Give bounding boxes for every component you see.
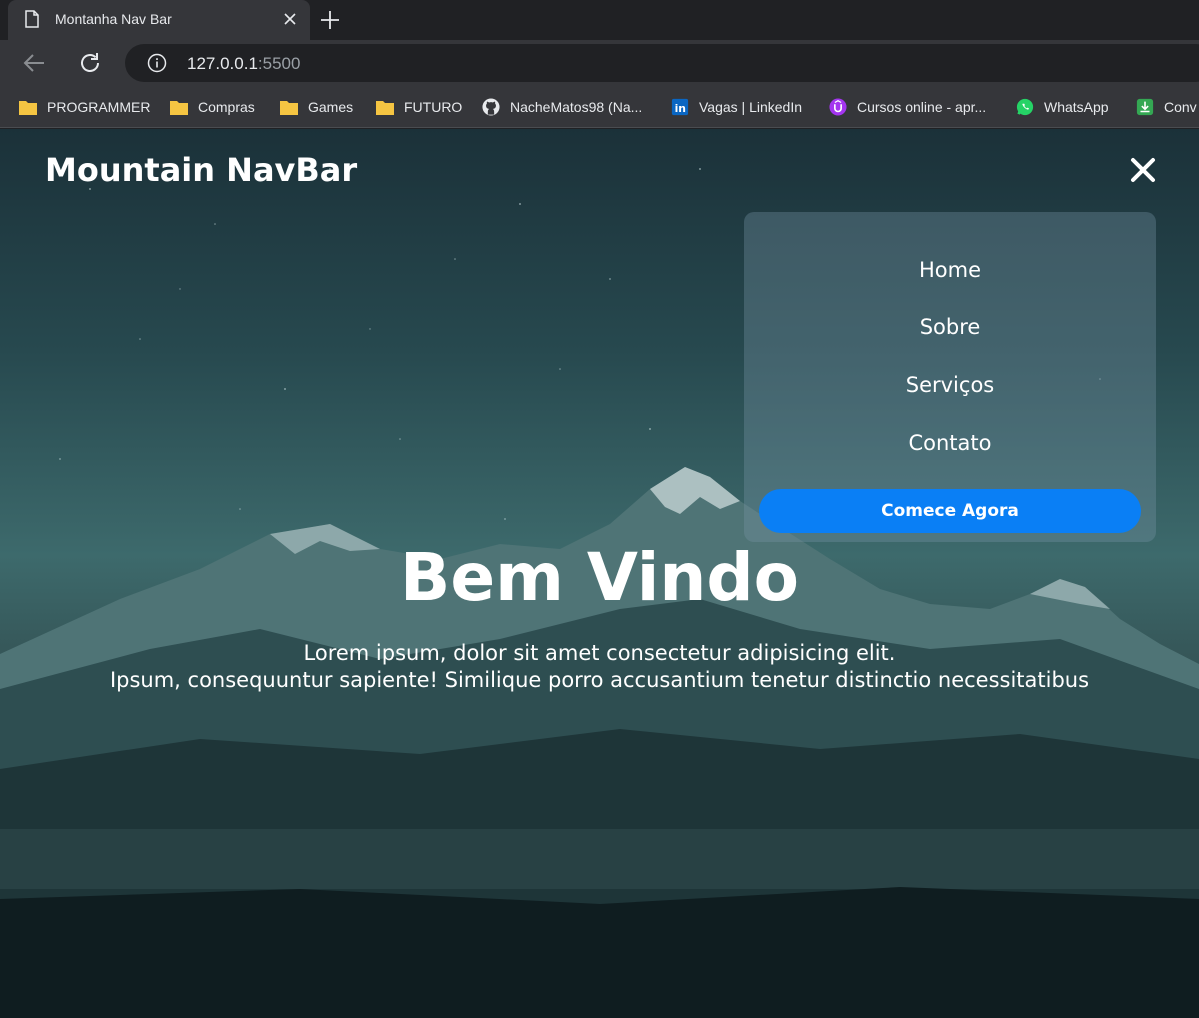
hero-text-line-2: Ipsum, consequuntur sapiente! Similique … [109, 668, 1090, 692]
address-bar[interactable]: 127.0.0.1:5500 [125, 44, 1199, 82]
cta-button[interactable]: Comece Agora [759, 489, 1141, 533]
hero-text-line-1: Lorem ipsum, dolor sit amet consectetur … [303, 641, 896, 665]
download-icon [1136, 98, 1154, 116]
site-logo[interactable]: Mountain NavBar [45, 151, 357, 189]
nav-item-sobre[interactable]: Sobre [744, 315, 1156, 339]
reload-icon[interactable] [76, 49, 104, 77]
bookmark-futuro[interactable]: FUTURO [375, 96, 462, 118]
close-menu-icon[interactable] [1128, 155, 1158, 185]
bookmark-github[interactable]: NacheMatos98 (Na... [481, 96, 642, 118]
hero-title: Bem Vindo [400, 539, 799, 616]
folder-icon [170, 101, 188, 115]
svg-text:in: in [675, 102, 686, 115]
new-tab-icon[interactable] [316, 6, 344, 34]
bookmark-conv[interactable]: Conv [1135, 96, 1197, 118]
page-viewport: Mountain NavBar Home Sobre Serviços Cont… [0, 129, 1199, 1018]
tab-strip: Montanha Nav Bar [0, 0, 1199, 40]
whatsapp-icon [1016, 98, 1034, 116]
bookmark-whatsapp[interactable]: WhatsApp [1015, 96, 1109, 118]
nav-item-contato[interactable]: Contato [744, 431, 1156, 455]
bookmark-compras[interactable]: Compras [169, 96, 255, 118]
bookmark-udemy[interactable]: Cursos online - apr... [828, 96, 986, 118]
browser-toolbar: 127.0.0.1:5500 [0, 40, 1199, 86]
nav-item-servicos[interactable]: Serviços [744, 373, 1156, 397]
info-icon[interactable] [147, 53, 167, 73]
back-icon[interactable] [20, 49, 48, 77]
folder-icon [376, 101, 394, 115]
page-icon [25, 10, 39, 28]
close-tab-icon[interactable] [280, 9, 300, 29]
udemy-icon [829, 98, 847, 116]
nav-menu: Home Sobre Serviços Contato Comece Agora [744, 212, 1156, 542]
browser-tab[interactable]: Montanha Nav Bar [8, 0, 310, 40]
bookmark-linkedin[interactable]: in Vagas | LinkedIn [670, 96, 802, 118]
bookmark-games[interactable]: Games [279, 96, 353, 118]
linkedin-icon: in [671, 98, 689, 116]
url-text: 127.0.0.1:5500 [187, 54, 301, 73]
folder-icon [280, 101, 298, 115]
bookmark-programmer[interactable]: PROGRAMMER [18, 96, 150, 118]
tab-title: Montanha Nav Bar [55, 11, 172, 27]
bookmarks-bar: PROGRAMMER Compras Games FUTURO NacheMat… [0, 86, 1199, 128]
folder-icon [19, 101, 37, 115]
github-icon [482, 98, 500, 116]
nav-item-home[interactable]: Home [744, 258, 1156, 282]
